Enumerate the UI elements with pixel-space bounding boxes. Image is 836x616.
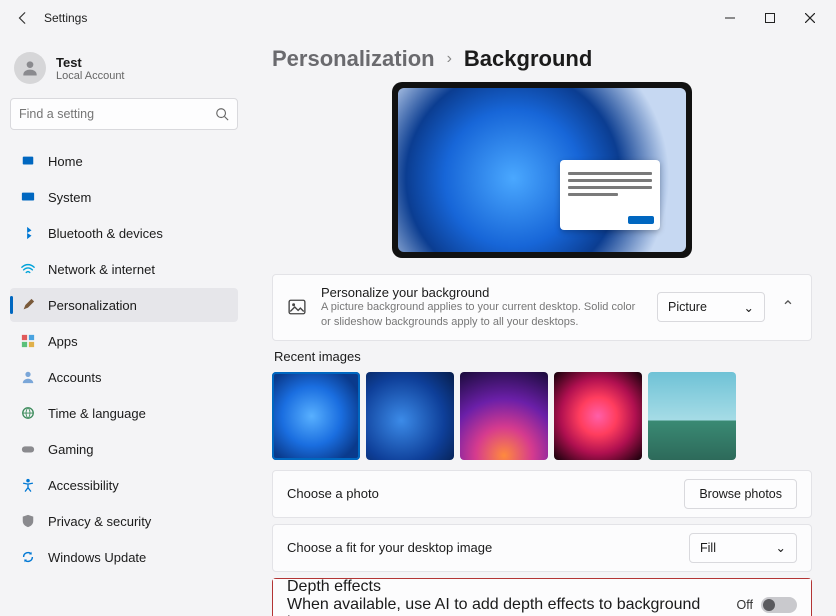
nav-bluetooth[interactable]: Bluetooth & devices — [10, 216, 238, 250]
choose-photo-row: Choose a photo Browse photos — [272, 470, 812, 518]
accounts-icon — [20, 369, 36, 385]
globe-icon — [20, 405, 36, 421]
nav-label: Time & language — [48, 406, 146, 421]
nav-windows-update[interactable]: Windows Update — [10, 540, 238, 574]
card-title: Personalize your background — [321, 285, 643, 300]
toggle-state-label: Off — [737, 598, 753, 612]
chevron-right-icon: › — [447, 50, 452, 68]
nav-label: Windows Update — [48, 550, 146, 565]
recent-images-list — [272, 372, 812, 460]
choose-fit-label: Choose a fit for your desktop image — [287, 540, 492, 555]
search-icon — [215, 107, 229, 121]
back-button[interactable] — [10, 5, 36, 31]
chevron-up-icon: ⌃ — [781, 299, 794, 316]
fit-select[interactable]: Fill ⌄ — [689, 533, 797, 563]
depth-effects-highlight: Depth effects When available, use AI to … — [272, 578, 812, 616]
recent-image-thumb[interactable] — [554, 372, 642, 460]
minimize-button[interactable] — [710, 4, 750, 32]
nav-apps[interactable]: Apps — [10, 324, 238, 358]
update-icon — [20, 549, 36, 565]
person-icon — [20, 58, 40, 78]
nav-accessibility[interactable]: Accessibility — [10, 468, 238, 502]
depth-effects-toggle[interactable] — [761, 597, 797, 613]
nav-label: Network & internet — [48, 262, 155, 277]
chevron-down-icon: ⌄ — [744, 300, 754, 315]
bluetooth-icon — [20, 225, 36, 241]
nav-label: Privacy & security — [48, 514, 151, 529]
accessibility-icon — [20, 477, 36, 493]
browse-photos-button[interactable]: Browse photos — [684, 479, 797, 509]
account-sub: Local Account — [56, 70, 125, 82]
nav-list: Home System Bluetooth & devices Network … — [10, 144, 238, 574]
close-icon — [805, 13, 815, 23]
nav-accounts[interactable]: Accounts — [10, 360, 238, 394]
recent-image-thumb[interactable] — [648, 372, 736, 460]
breadcrumb: Personalization › Background — [272, 46, 812, 72]
recent-image-thumb[interactable] — [272, 372, 360, 460]
nav-home[interactable]: Home — [10, 144, 238, 178]
recent-image-thumb[interactable] — [460, 372, 548, 460]
depth-effects-title: Depth effects — [287, 578, 737, 596]
choose-photo-label: Choose a photo — [287, 486, 379, 501]
desktop-preview — [392, 82, 692, 258]
maximize-button[interactable] — [750, 4, 790, 32]
minimize-icon — [725, 13, 735, 23]
wifi-icon — [20, 261, 36, 277]
nav-privacy[interactable]: Privacy & security — [10, 504, 238, 538]
chevron-down-icon: ⌄ — [776, 540, 786, 555]
maximize-icon — [765, 13, 775, 23]
paintbrush-icon — [20, 297, 36, 313]
account-block[interactable]: Test Local Account — [10, 46, 238, 98]
nav-personalization[interactable]: Personalization — [10, 288, 238, 322]
content-area: Personalization › Background Personalize… — [248, 36, 836, 616]
nav-label: Apps — [48, 334, 78, 349]
depth-effects-sub: When available, use AI to add depth effe… — [287, 596, 737, 616]
home-icon — [20, 153, 36, 169]
nav-system[interactable]: System — [10, 180, 238, 214]
account-name: Test — [56, 55, 125, 70]
nav-label: Home — [48, 154, 83, 169]
picture-icon — [287, 298, 307, 316]
avatar — [14, 52, 46, 84]
recent-image-thumb[interactable] — [366, 372, 454, 460]
nav-network[interactable]: Network & internet — [10, 252, 238, 286]
close-button[interactable] — [790, 4, 830, 32]
breadcrumb-parent[interactable]: Personalization — [272, 46, 435, 72]
breadcrumb-current: Background — [464, 46, 592, 72]
search-input-wrapper[interactable] — [10, 98, 238, 130]
expand-toggle[interactable]: ⌃ — [779, 297, 797, 317]
nav-label: Personalization — [48, 298, 137, 313]
apps-icon — [20, 333, 36, 349]
personalize-background-card[interactable]: Personalize your background A picture ba… — [272, 274, 812, 341]
background-type-select[interactable]: Picture ⌄ — [657, 292, 765, 322]
recent-images-label: Recent images — [274, 349, 812, 364]
shield-icon — [20, 513, 36, 529]
nav-label: System — [48, 190, 91, 205]
arrow-left-icon — [16, 11, 30, 25]
search-input[interactable] — [19, 107, 215, 121]
gaming-icon — [20, 441, 36, 457]
nav-label: Bluetooth & devices — [48, 226, 163, 241]
select-value: Picture — [668, 300, 707, 314]
window-title: Settings — [44, 11, 87, 25]
choose-fit-row: Choose a fit for your desktop image Fill… — [272, 524, 812, 572]
toggle-knob — [763, 599, 775, 611]
nav-label: Accessibility — [48, 478, 119, 493]
select-value: Fill — [700, 541, 716, 555]
sidebar: Test Local Account Home System Bluetooth… — [0, 36, 248, 616]
card-subtitle: A picture background applies to your cur… — [321, 300, 643, 330]
nav-label: Accounts — [48, 370, 101, 385]
nav-time-language[interactable]: Time & language — [10, 396, 238, 430]
nav-label: Gaming — [48, 442, 94, 457]
system-icon — [20, 189, 36, 205]
nav-gaming[interactable]: Gaming — [10, 432, 238, 466]
